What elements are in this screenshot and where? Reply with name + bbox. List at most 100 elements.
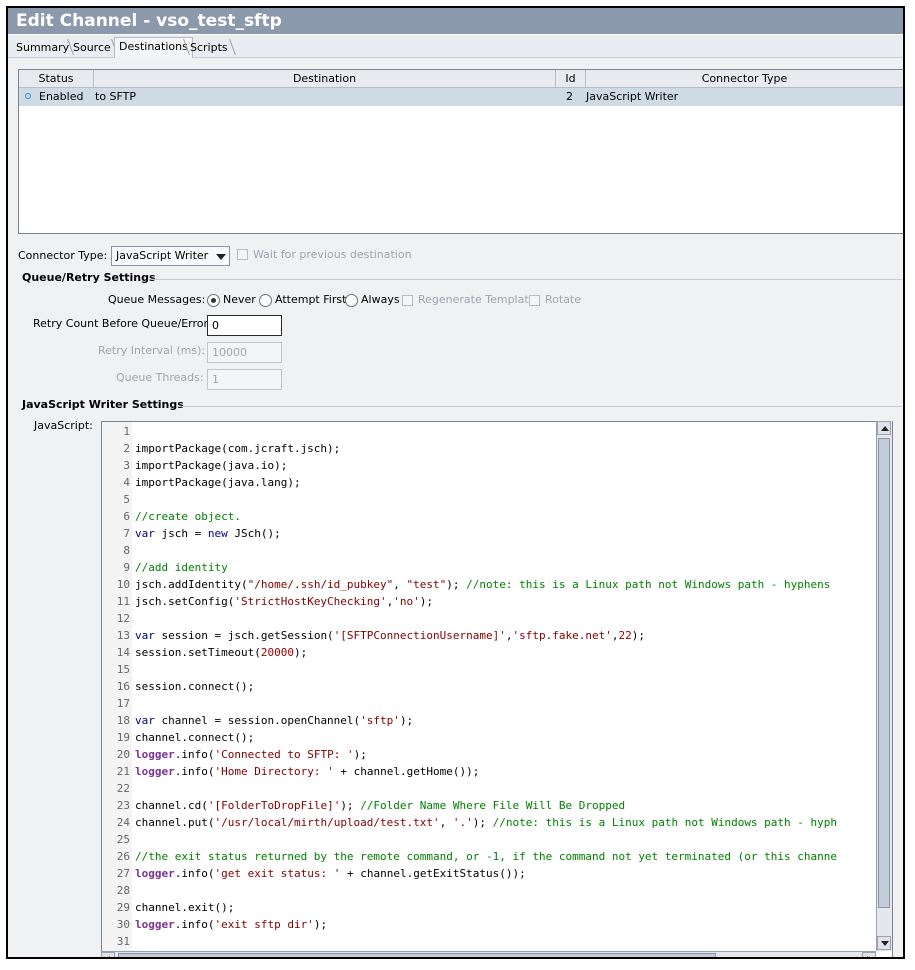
line-number: 15 xyxy=(116,663,130,676)
javascript-editor[interactable]: 1 2 importPackage(com.jcraft.jsch); 3 import… xyxy=(101,421,893,957)
code-text: var channel = session.openChannel('sftp'… xyxy=(135,714,414,727)
table-row[interactable]: Enabled to SFTP 2 JavaScript Writer xyxy=(19,88,903,106)
enabled-status-icon xyxy=(25,93,31,99)
code-text: jsch.setConfig('StrictHostKeyChecking','… xyxy=(135,595,434,608)
javascript-label: JavaScript: xyxy=(34,419,93,432)
scroll-right-button[interactable] xyxy=(862,952,876,957)
vertical-scroll-thumb[interactable] xyxy=(878,438,890,908)
connector-type-select[interactable]: JavaScript Writer xyxy=(111,246,230,266)
rotate-checkbox[interactable] xyxy=(529,295,540,306)
column-header-destination[interactable]: Destination xyxy=(94,70,556,87)
queue-threads-input[interactable]: 1 xyxy=(207,369,282,390)
line-number: 17 xyxy=(116,697,130,710)
line-number: 30 xyxy=(116,918,130,931)
row-id: 2 xyxy=(566,90,573,103)
code-text: logger.info('exit sftp dir'); xyxy=(135,918,328,931)
row-status: Enabled xyxy=(39,90,84,103)
code-text: //create object. xyxy=(135,510,241,523)
code-text: logger.info('get exit status: ' + channe… xyxy=(135,867,526,880)
js-writer-section-title: JavaScript Writer Settings xyxy=(22,398,184,411)
code-text: var session = jsch.getSession('[SFTPConn… xyxy=(135,629,645,642)
line-number: 14 xyxy=(116,646,130,659)
code-text: //add identity xyxy=(135,561,228,574)
horizontal-scrollbar[interactable] xyxy=(101,951,876,957)
horizontal-scroll-thumb[interactable] xyxy=(118,953,716,957)
line-number: 20 xyxy=(116,748,130,761)
line-number: 26 xyxy=(116,850,130,863)
destinations-table: Status Destination Id Connector Type Ena… xyxy=(18,69,903,234)
line-number: 28 xyxy=(116,884,130,897)
code-text: jsch.addIdentity("/home/.ssh/id_pubkey",… xyxy=(135,578,831,591)
code-text: importPackage(java.io); xyxy=(135,459,288,472)
line-number: 31 xyxy=(116,935,130,948)
code-text: session.connect(); xyxy=(135,680,255,693)
wait-previous-label: Wait for previous destination xyxy=(253,248,412,261)
queue-attempt-first-label: Attempt First xyxy=(275,293,347,306)
queue-always-radio[interactable] xyxy=(345,294,358,307)
chevron-down-icon xyxy=(216,254,226,260)
arrow-left-icon xyxy=(105,956,110,957)
scroll-left-button[interactable] xyxy=(101,952,115,957)
retry-count-input[interactable]: 0 xyxy=(207,315,282,336)
row-connector-type: JavaScript Writer xyxy=(586,90,679,103)
column-header-connector-type[interactable]: Connector Type xyxy=(586,70,903,87)
line-number: 11 xyxy=(116,595,130,608)
vertical-scrollbar[interactable] xyxy=(876,421,892,951)
rotate-label: Rotate xyxy=(545,293,582,306)
queue-never-label: Never xyxy=(223,293,256,306)
line-number: 4 xyxy=(123,476,130,489)
wait-previous-checkbox[interactable] xyxy=(237,249,248,260)
line-number: 22 xyxy=(116,782,130,795)
queue-always-label: Always xyxy=(361,293,400,306)
regenerate-template-checkbox[interactable] xyxy=(402,295,413,306)
row-destination: to SFTP xyxy=(95,90,137,103)
line-number: 7 xyxy=(123,527,130,540)
line-number: 1 xyxy=(123,425,130,438)
retry-interval-input[interactable]: 10000 xyxy=(207,342,282,363)
scroll-up-button[interactable] xyxy=(877,421,891,435)
arrow-up-icon xyxy=(881,426,889,431)
line-number: 3 xyxy=(123,459,130,472)
regenerate-template-label: Regenerate Template xyxy=(418,293,536,306)
window-title: Edit Channel - vso_test_sftp xyxy=(8,8,903,34)
destinations-panel: Status Destination Id Connector Type Ena… xyxy=(8,58,903,957)
queue-never-radio[interactable] xyxy=(207,294,220,307)
connector-type-value: JavaScript Writer xyxy=(116,249,209,262)
line-number: 25 xyxy=(116,833,130,846)
line-number: 10 xyxy=(116,578,130,591)
retry-interval-label: Retry Interval (ms): xyxy=(98,344,206,357)
line-number: 9 xyxy=(123,561,130,574)
line-number: 23 xyxy=(116,799,130,812)
line-number: 12 xyxy=(116,612,130,625)
line-number: 27 xyxy=(116,867,130,880)
code-text: channel.connect(); xyxy=(135,731,255,744)
scroll-down-button[interactable] xyxy=(877,936,891,950)
line-number: 6 xyxy=(123,510,130,523)
line-number: 19 xyxy=(116,731,130,744)
code-text: importPackage(java.lang); xyxy=(135,476,301,489)
code-text: logger.info('Connected to SFTP: '); xyxy=(135,748,367,761)
line-number: 13 xyxy=(116,629,130,642)
line-number: 29 xyxy=(116,901,130,914)
queue-attempt-first-radio[interactable] xyxy=(259,294,272,307)
arrow-down-icon xyxy=(881,941,889,946)
code-text: channel.exit(); xyxy=(135,901,235,914)
code-text: //the exit status returned by the remote… xyxy=(135,850,837,863)
line-number: 21 xyxy=(116,765,130,778)
edit-channel-window: Edit Channel - vso_test_sftp Summary Sou… xyxy=(6,6,905,959)
tab-bar: Summary Source Destinations Scripts xyxy=(8,35,903,58)
queue-retry-section-title: Queue/Retry Settings xyxy=(22,271,156,284)
code-text: logger.info('Home Directory: ' + channel… xyxy=(135,765,480,778)
code-text: channel.cd('[FolderToDropFile]'); //Fold… xyxy=(135,799,626,812)
queue-messages-label: Queue Messages: xyxy=(108,293,206,306)
column-header-id[interactable]: Id xyxy=(556,70,586,87)
retry-count-label: Retry Count Before Queue/Error: xyxy=(33,317,212,330)
line-number: 8 xyxy=(123,544,130,557)
line-number: 2 xyxy=(123,442,130,455)
divider xyxy=(178,406,902,407)
line-number: 24 xyxy=(116,816,130,829)
code-text: importPackage(com.jcraft.jsch); xyxy=(135,442,341,455)
code-text: channel.put('/usr/local/mirth/upload/tes… xyxy=(135,816,838,829)
table-header: Status Destination Id Connector Type xyxy=(19,70,903,88)
column-header-status[interactable]: Status xyxy=(19,70,94,87)
